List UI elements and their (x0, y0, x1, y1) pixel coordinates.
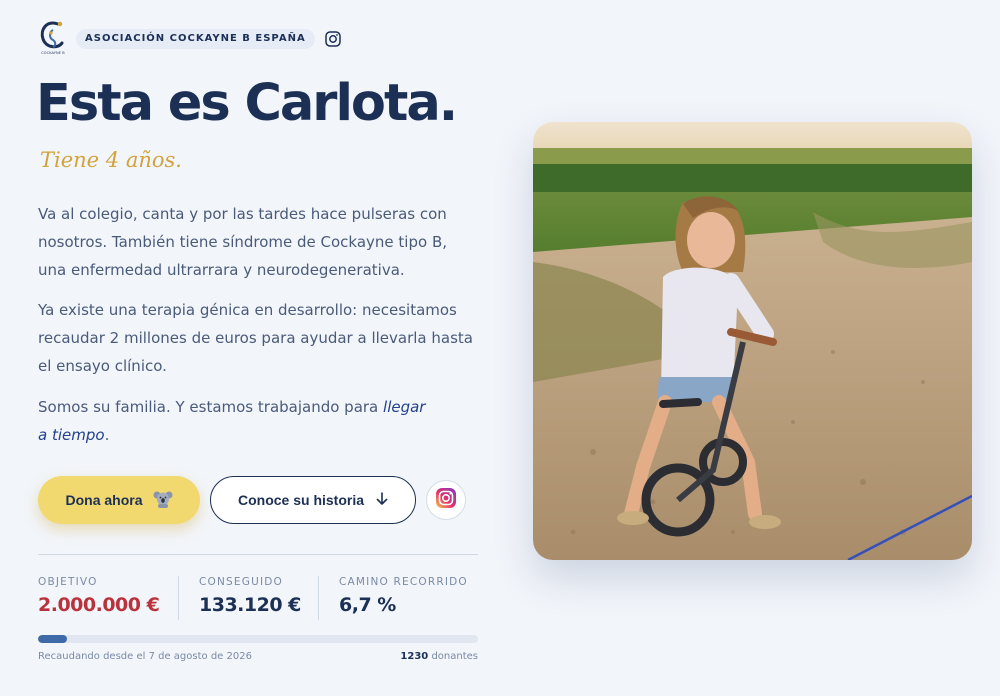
donate-label: Dona ahora (65, 492, 143, 508)
fundraising-since: Recaudando desde el 7 de agosto de 2026 (38, 651, 252, 662)
hero-photo (533, 122, 972, 560)
koala-icon (153, 490, 173, 511)
progress-label: CAMINO RECORRIDO (339, 576, 468, 588)
intro-paragraph: Va al colegio, canta y por las tardes ha… (38, 205, 447, 279)
page-subtitle: Tiene 4 años. (40, 148, 182, 172)
goal-value: 2.000.000 € (38, 594, 160, 616)
donate-button[interactable]: Dona ahora (38, 476, 200, 524)
stat-separator (318, 576, 319, 620)
donor-count: 1230 donantes (400, 651, 478, 662)
raised-value: 133.120 € (199, 594, 301, 616)
arrow-down-icon (376, 491, 388, 509)
story-label: Conoce su historia (237, 492, 365, 508)
progress-bar (38, 635, 478, 643)
stat-separator (178, 576, 179, 620)
progress-value: 6,7 % (339, 594, 396, 616)
story-button[interactable]: Conoce su historia (210, 476, 416, 524)
raised-stat: CONSEGUIDO 133.120 € (199, 576, 301, 616)
organization-name[interactable]: ASOCIACIÓN COCKAYNE B ESPAÑA (76, 29, 315, 49)
instagram-button[interactable] (426, 480, 466, 520)
site-header: COCKAYNE B ASOCIACIÓN COCKAYNE B ESPAÑA (38, 18, 341, 60)
family-text: Somos su familia. Y estamos trabajando p… (38, 398, 384, 416)
donor-number: 1230 (400, 651, 429, 662)
goal-stat: OBJETIVO 2.000.000 € (38, 576, 160, 616)
family-paragraph: Somos su familia. Y estamos trabajando p… (38, 393, 428, 449)
raised-label: CONSEGUIDO (199, 576, 284, 588)
goal-label: OBJETIVO (38, 576, 98, 588)
logo-icon[interactable]: COCKAYNE B (38, 18, 68, 60)
logo-text: COCKAYNE B (41, 51, 65, 55)
donor-label: donantes (428, 651, 478, 662)
instagram-icon[interactable] (324, 31, 341, 47)
page-title: Esta es Carlota. (36, 74, 458, 133)
instagram-icon (435, 487, 457, 513)
child-on-balance-bike-image (533, 122, 972, 560)
divider (38, 554, 478, 555)
family-end: . (104, 426, 110, 444)
progress-bar-fill (38, 635, 68, 643)
progress-stat: CAMINO RECORRIDO 6,7 % (339, 576, 468, 616)
therapy-paragraph: Ya existe una terapia génica en desarrol… (38, 301, 473, 375)
